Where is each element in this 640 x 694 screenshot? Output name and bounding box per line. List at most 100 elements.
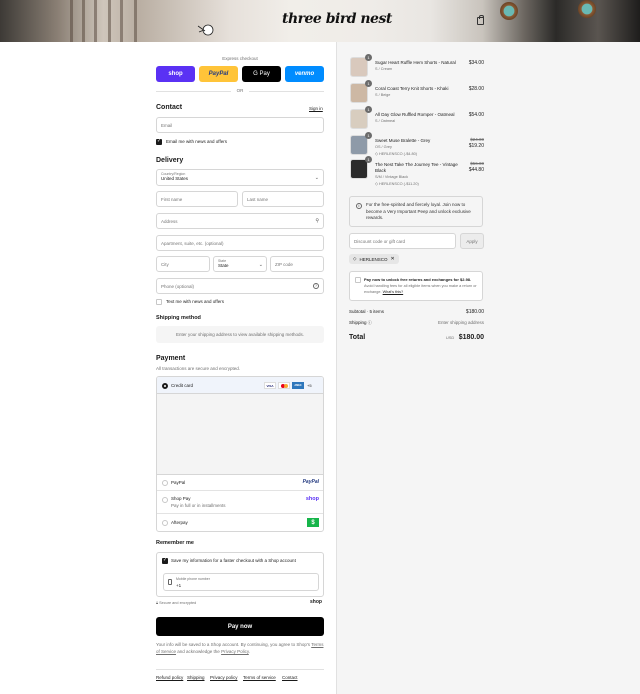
help-icon[interactable]: ⓘ (368, 320, 372, 325)
afterpay-logo: $ (307, 518, 319, 527)
product-price: $28.00 (468, 86, 484, 92)
afterpay-radio[interactable] (162, 520, 168, 526)
sign-in-link[interactable]: Sign in (309, 106, 323, 111)
shop-pay-option[interactable]: Shop Pay Pay in full or in installments … (157, 491, 323, 514)
divider-left (156, 91, 231, 92)
feather-icon (197, 24, 214, 36)
address-field[interactable]: Address ⚲ (156, 213, 324, 229)
total-amount: USD $180.00 (446, 334, 484, 341)
legal-text: Your info will be saved to a Shop accoun… (156, 642, 324, 654)
phone-placeholder: Phone (optional) (161, 283, 195, 289)
product-name: Coral Coast Terry Knit Shorts - Khaki (375, 86, 449, 91)
currency-code: USD (445, 335, 455, 340)
item-discount: ◇ HERLENSCO (-$11.20) (375, 182, 419, 186)
text-news-checkbox[interactable] (156, 299, 162, 305)
remove-discount-icon[interactable]: ✕ (390, 256, 394, 262)
paypal-radio[interactable] (162, 480, 168, 486)
footer-divider (156, 669, 324, 670)
address-placeholder: Address (161, 218, 178, 224)
country-value: United States (161, 176, 189, 181)
shop-pay-radio[interactable] (162, 497, 168, 503)
city-field[interactable]: City (156, 256, 210, 272)
secure-note: 🔒︎ Secure and encrypted (156, 601, 197, 605)
vip-banner: i For the free-spirited and fiercely loy… (349, 196, 483, 227)
afterpay-label: Afterpay (171, 520, 188, 525)
free-returns-checkbox[interactable] (355, 277, 361, 283)
vip-text: For the free-spirited and fiercely loyal… (366, 202, 471, 220)
credit-card-option[interactable]: Credit card VISA AMEX +5 (157, 377, 323, 475)
visa-icon: VISA (264, 382, 276, 389)
shipping-value: Enter shipping address (437, 320, 484, 325)
pay-now-button[interactable]: Pay now (156, 617, 324, 636)
amex-icon: AMEX (292, 382, 304, 389)
last-name-field[interactable]: Last name (242, 191, 324, 207)
product-name: The Nest Take The Journey Tee - Vintage … (375, 162, 458, 173)
chevron-down-icon: ⌄ (314, 175, 319, 181)
more-cards-badge: +5 (307, 383, 312, 388)
shop-pay-button[interactable]: shop (156, 66, 195, 82)
quantity-badge: 1 (365, 54, 372, 61)
delivery-title: Delivery (156, 157, 184, 164)
shop-logo: shop (310, 599, 322, 605)
country-select[interactable]: Country/Region United States ⌄ (156, 169, 324, 186)
mobile-phone-field[interactable]: Mobile phone number +1 (163, 573, 319, 591)
or-separator: OR (236, 88, 244, 93)
product-name: All Day Glow Ruffled Romper - Oatmeal (375, 112, 455, 117)
tag-icon: ◇ (353, 256, 357, 261)
footer-contact-link[interactable]: Contact (282, 675, 298, 680)
google-pay-button[interactable]: G Pay (242, 66, 281, 82)
venmo-button[interactable]: venmo (285, 66, 324, 82)
shop-pay-label: Shop Pay (171, 496, 191, 501)
banner-photo-right (430, 0, 640, 42)
product-variant: S / Beige (375, 93, 391, 97)
state-select[interactable]: State State ⌄ (213, 256, 267, 272)
contact-title: Contact (156, 104, 183, 111)
email-news-label: Email me with news and offers (166, 139, 227, 144)
product-variant: S/M / Vintage Black (375, 175, 409, 179)
free-returns-box: Pay now to unlock free returns and excha… (349, 271, 483, 301)
product-price: $34.00 (468, 60, 484, 66)
total-label: Total (349, 334, 366, 341)
shipping-method-title: Shipping method (156, 315, 201, 321)
mobile-phone-icon (168, 579, 172, 585)
divider-right (249, 91, 324, 92)
email-news-checkbox[interactable] (156, 138, 162, 145)
whats-this-link[interactable]: What's this? (383, 290, 404, 294)
paypal-logo: PayPal (302, 479, 319, 485)
shop-pay-sublabel: Pay in full or in installments (171, 503, 226, 508)
discount-code-field[interactable]: Discount code or gift card (349, 233, 456, 249)
state-value: State (218, 263, 229, 268)
product-variant: OS / Grey (375, 145, 392, 149)
email-field[interactable]: Email (156, 117, 324, 133)
apartment-field[interactable]: Apartment, suite, etc. (optional) (156, 235, 324, 251)
shipping-method-placeholder: Enter your shipping address to view avai… (156, 326, 324, 343)
info-icon: i (356, 203, 362, 209)
mobile-phone-label: Mobile phone number (176, 577, 210, 581)
afterpay-option[interactable]: Afterpay $ (157, 514, 323, 531)
product-price: $44.80 (468, 167, 484, 173)
product-name: Sweet Muse Bralette - Grey (375, 138, 431, 143)
lock-icon: 🔒︎ (156, 601, 159, 605)
first-name-field[interactable]: First name (156, 191, 238, 207)
footer-terms-link[interactable]: Terms of service (243, 675, 276, 680)
save-info-checkbox[interactable] (162, 557, 168, 564)
footer-refund-link[interactable]: Refund policy (156, 675, 183, 680)
paypal-button[interactable]: PayPal (199, 66, 238, 82)
store-logo[interactable]: three bird nest (282, 11, 392, 27)
privacy-link[interactable]: Privacy Policy (221, 649, 249, 654)
paypal-option[interactable]: PayPal PayPal (157, 475, 323, 491)
applied-discount-tag: ◇ HERLENSCO ✕ (349, 254, 399, 264)
product-name: Sugar Heart Ruffle Hem Shorts - Natural (375, 60, 456, 65)
apply-button[interactable]: Apply (460, 233, 484, 249)
footer-privacy-link[interactable]: Privacy policy (210, 675, 238, 680)
help-icon[interactable]: ? (313, 283, 319, 289)
zip-field[interactable]: ZIP code (270, 256, 324, 272)
remember-me-box: Save my information for a faster checkou… (156, 552, 324, 597)
credit-card-radio[interactable] (162, 383, 168, 389)
cart-bag-icon[interactable] (477, 15, 484, 25)
remember-me-title: Remember me (156, 540, 194, 546)
footer-shipping-link[interactable]: Shipping (187, 675, 205, 680)
product-variant: S / Oatmeal (375, 119, 396, 123)
phone-field[interactable]: Phone (optional) ? (156, 278, 324, 294)
payment-title: Payment (156, 355, 186, 362)
